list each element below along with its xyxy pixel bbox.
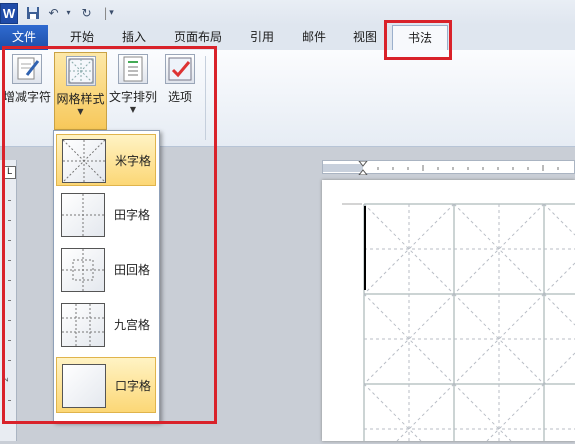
annotation-box-tab <box>384 20 452 60</box>
quick-access-toolbar: W ↶ ▾ ↻ | ▾ <box>0 0 575 25</box>
save-icon[interactable] <box>24 4 41 21</box>
document-page[interactable] <box>322 180 575 442</box>
redo-icon[interactable]: ↻ <box>78 4 95 21</box>
undo-dropdown-icon[interactable]: ▾ <box>60 4 77 21</box>
annotation-box-ribbon <box>2 46 217 424</box>
logo-letter: W <box>2 6 16 21</box>
tab-mailings[interactable]: 邮件 <box>294 25 334 50</box>
tab-view[interactable]: 视图 <box>345 25 385 50</box>
word-app-icon[interactable]: W <box>0 3 18 24</box>
rice-grid-paper <box>342 203 575 442</box>
customize-toolbar-icon[interactable]: ▾ <box>103 4 120 21</box>
horizontal-ruler <box>322 160 575 176</box>
tab-references[interactable]: 引用 <box>242 25 282 50</box>
